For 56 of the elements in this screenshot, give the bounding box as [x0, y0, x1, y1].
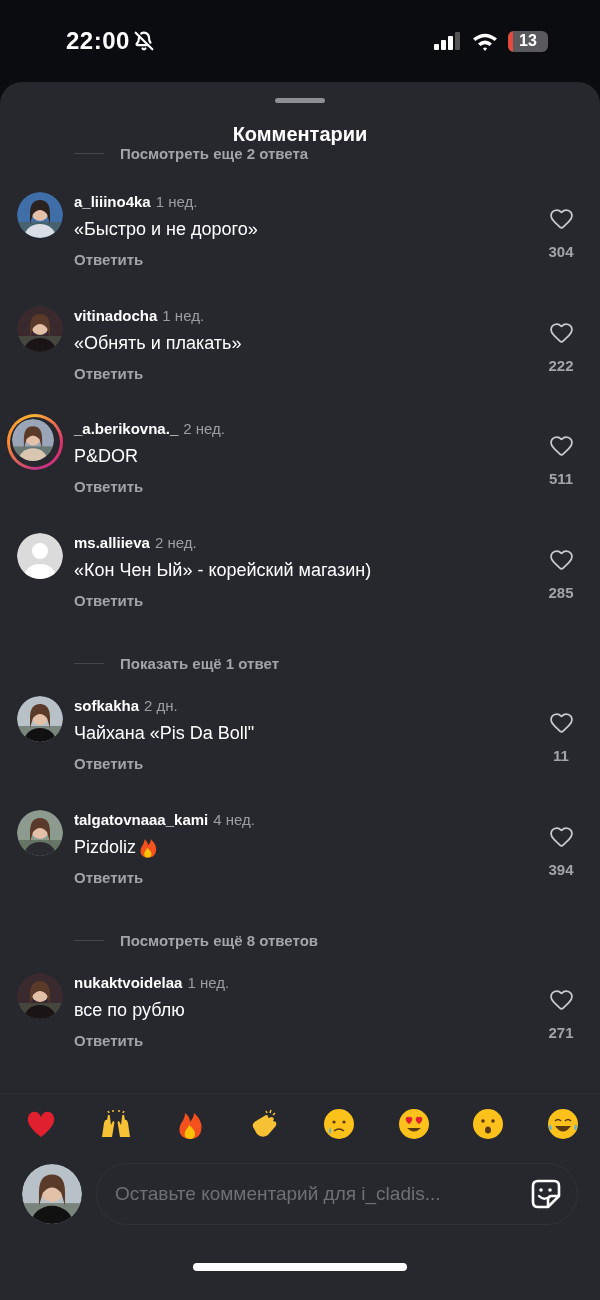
- view-replies-link[interactable]: Посмотреть ещё 8 ответов: [120, 932, 319, 949]
- comment-username[interactable]: a_liiino4ka: [74, 192, 151, 213]
- reply-link[interactable]: Ответить: [74, 868, 144, 886]
- reply-link[interactable]: Ответить: [74, 251, 144, 269]
- comment-username[interactable]: sofkakha: [74, 696, 140, 717]
- view-replies-link[interactable]: Показать ещё 1 ответ: [120, 654, 279, 672]
- comment-input-field[interactable]: Оставьте комментарий для i_cladis...: [96, 1163, 578, 1225]
- comment-text: P&DOR: [74, 445, 138, 469]
- like-count: 304: [548, 243, 574, 261]
- comment-text: «Кон Чен Ый» - корейский магазин): [74, 558, 372, 582]
- comment-text: Pizdoliz: [74, 835, 137, 859]
- wifi-icon: [472, 31, 498, 51]
- avatar-placeholder-icon: [17, 532, 63, 579]
- like-count: 271: [548, 1024, 574, 1042]
- comment-text: «Быстро и не дорого»: [74, 218, 258, 242]
- muted-bell-icon: [133, 31, 154, 51]
- status-time: 22:00: [66, 27, 130, 55]
- signal-icon: [434, 32, 462, 50]
- battery-icon: 13: [508, 30, 548, 52]
- comment-text: Чайхана «Pis Da Boll": [74, 722, 255, 746]
- reply-link[interactable]: Ответить: [74, 1032, 144, 1050]
- view-replies-link[interactable]: Посмотреть еще 2 ответа: [120, 147, 309, 163]
- comment-age: 2 нед.: [183, 419, 225, 440]
- like-heart-icon[interactable]: [548, 206, 574, 232]
- reply-link[interactable]: Ответить: [74, 591, 144, 609]
- comment-text: «Обнять и плакать»: [74, 331, 242, 355]
- like-count: 394: [548, 860, 574, 878]
- like-count: 222: [548, 356, 574, 374]
- comment-username[interactable]: ms.alliieva: [74, 532, 150, 553]
- like-heart-icon[interactable]: [548, 987, 574, 1013]
- sticker-icon[interactable]: [530, 1178, 562, 1210]
- like-heart-icon[interactable]: [548, 710, 574, 736]
- drag-handle[interactable]: [275, 98, 325, 103]
- surprised-face-icon[interactable]: [471, 1106, 506, 1141]
- reply-link[interactable]: Ответить: [74, 478, 144, 496]
- laughing-face-icon[interactable]: [545, 1106, 580, 1141]
- comment-age: 1 нед.: [187, 973, 230, 994]
- comment-username[interactable]: talgatovnaaa_kami: [74, 809, 209, 830]
- reply-link[interactable]: Ответить: [74, 364, 144, 382]
- crying-face-icon[interactable]: [322, 1106, 357, 1141]
- comment-age: 1 нед.: [162, 305, 205, 326]
- comment-age: 4 нед.: [213, 809, 255, 830]
- comment-age: 2 дн.: [144, 696, 178, 717]
- comment-age: 1 нед.: [155, 192, 198, 213]
- like-count: 511: [548, 470, 574, 488]
- comment-username[interactable]: vitinadocha: [74, 305, 158, 326]
- comment-age: 2 нед.: [154, 532, 197, 553]
- like-heart-icon[interactable]: [548, 433, 574, 459]
- like-count: 11: [553, 747, 569, 765]
- comment-username[interactable]: _a.berikovna._: [74, 419, 179, 440]
- comment-text: все по рублю: [74, 999, 185, 1023]
- heart-eyes-face-icon[interactable]: [396, 1106, 431, 1141]
- like-count: 285: [548, 583, 574, 601]
- comment-username[interactable]: nukaktvoidelaa: [74, 973, 183, 994]
- reply-link[interactable]: Ответить: [74, 755, 144, 773]
- sheet-title: Комментарии: [231, 122, 369, 147]
